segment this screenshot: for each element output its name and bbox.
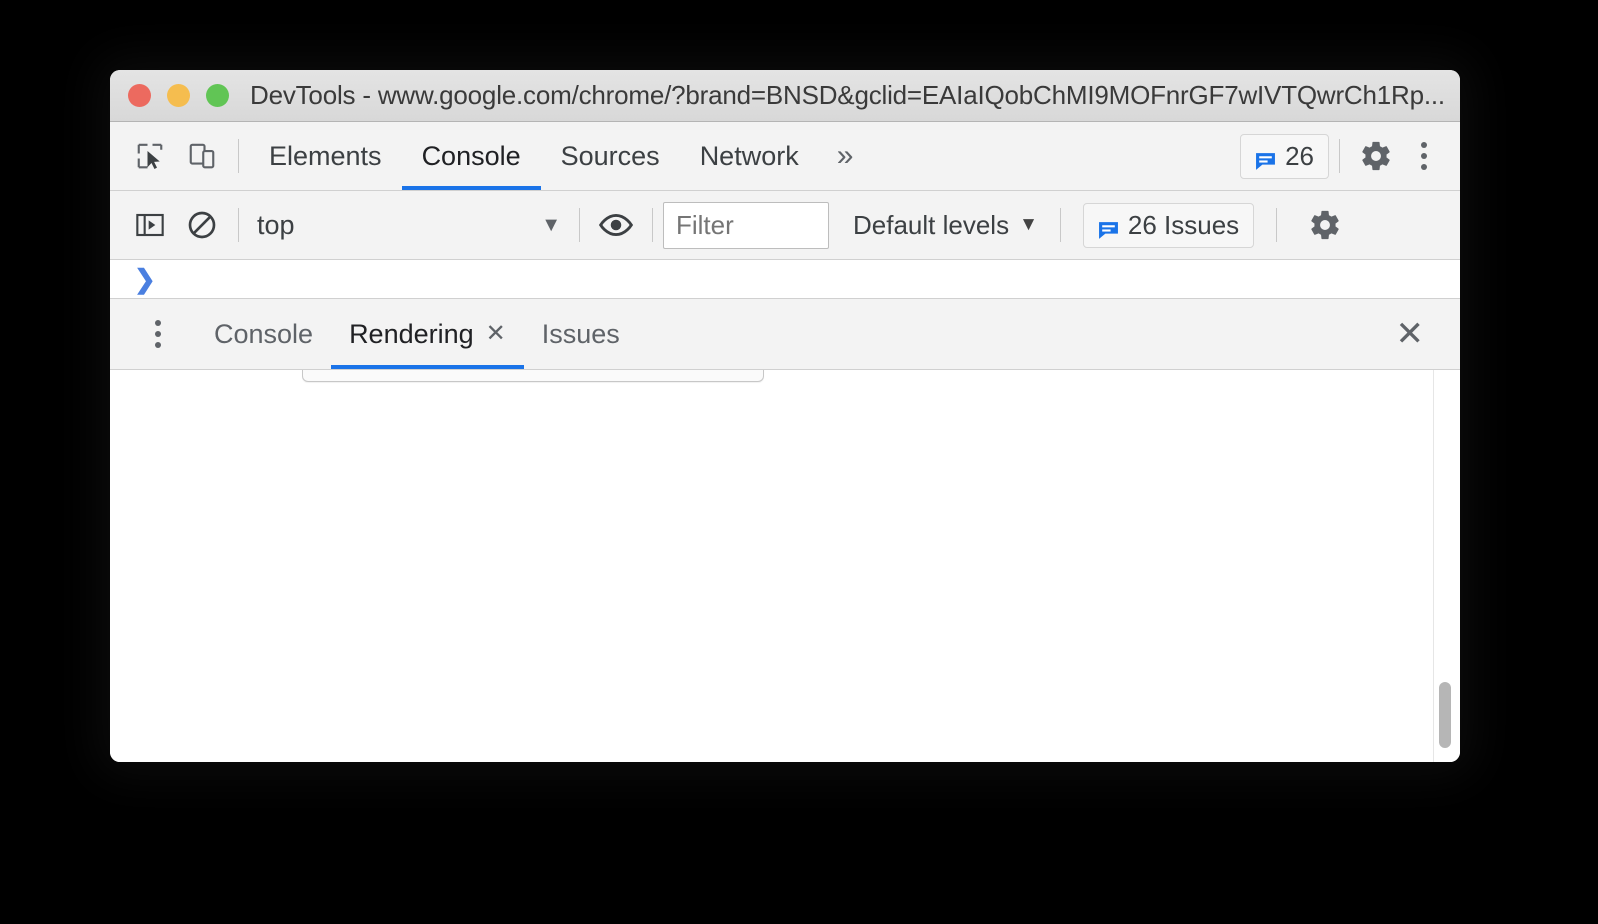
chevron-down-icon: ▼ [1019,214,1038,235]
close-tab-icon[interactable]: ✕ [486,322,506,346]
clear-console-icon[interactable] [176,199,228,251]
close-window-button[interactable] [128,84,151,107]
zoom-window-button[interactable] [206,84,229,107]
kebab-menu-icon[interactable] [1402,130,1446,182]
window-title: DevTools - www.google.com/chrome/?brand=… [250,80,1445,110]
gear-icon[interactable] [1350,130,1402,182]
scrollbar-thumb[interactable] [1439,682,1451,748]
filterbar-divider-3 [652,208,653,242]
issue-message-icon [1255,147,1276,170]
tab-elements[interactable]: Elements [249,122,402,190]
drawer-tab-console[interactable]: Console [196,299,331,369]
issues-count-label: 26 [1285,140,1314,171]
filterbar-divider-2 [579,208,580,242]
tab-sources[interactable]: Sources [541,122,680,190]
devtools-window: DevTools - www.google.com/chrome/?brand=… [110,70,1460,762]
drawer-tabstrip: Console Rendering ✕ Issues ✕ [110,299,1460,370]
close-drawer-icon[interactable]: ✕ [1396,317,1425,351]
drawer-tab-issues[interactable]: Issues [524,299,638,369]
vertical-scrollbar[interactable] [1434,370,1456,762]
log-level-selector[interactable]: Default levels ▼ [853,210,1038,241]
filterbar-divider-5 [1276,208,1278,242]
chevron-down-icon: ▼ [541,213,561,236]
traffic-lights [128,84,229,107]
inspect-cursor-icon[interactable] [124,130,176,182]
issues-counter-button[interactable]: 26 [1240,133,1329,179]
console-filter-toolbar: top ▼ Default levels ▼ [110,191,1460,260]
issues-button-label: 26 Issues [1127,209,1240,240]
console-prompt-row[interactable]: ❯ [110,260,1460,299]
console-sidebar-icon[interactable] [124,199,176,251]
screen: DevTools - www.google.com/chrome/?brand=… [0,0,1598,924]
previous-setting-select[interactable] [302,370,764,382]
rendering-panel: Emulate CSS media feature color-gamut Fo… [110,370,1460,762]
drawer-tab-rendering[interactable]: Rendering ✕ [331,299,524,369]
live-expression-icon[interactable] [590,199,642,251]
filterbar-divider-4 [1059,208,1061,242]
toolbar-divider-2 [1339,139,1340,173]
gear-icon[interactable] [1299,199,1351,251]
kebab-menu-icon[interactable] [136,308,180,360]
tab-network[interactable]: Network [680,122,819,190]
drawer-tab-console-label: Console [214,319,314,349]
drawer-tab-issues-label: Issues [541,319,620,349]
log-level-label: Default levels [853,209,1010,240]
issues-button[interactable]: 26 Issues [1082,202,1255,248]
filterbar-divider-1 [238,208,239,242]
execution-context-selector[interactable]: top ▼ [249,210,569,241]
more-tabs-icon[interactable]: » [819,141,872,171]
console-prompt-arrow: ❯ [134,264,156,294]
window-titlebar: DevTools - www.google.com/chrome/?brand=… [110,70,1460,122]
rendering-panel-scroll: Emulate CSS media feature color-gamut Fo… [110,370,1460,762]
minimize-window-button[interactable] [167,84,190,107]
filter-input[interactable] [663,201,829,249]
device-toggle-icon[interactable] [176,130,228,182]
devtools-main-toolbar: Elements Console Sources Network » 26 [110,122,1460,191]
toolbar-divider [238,139,239,173]
drawer-tab-rendering-label: Rendering [349,319,474,349]
issue-message-icon [1098,216,1119,239]
execution-context-label: top [257,209,295,240]
tab-console[interactable]: Console [401,122,541,190]
